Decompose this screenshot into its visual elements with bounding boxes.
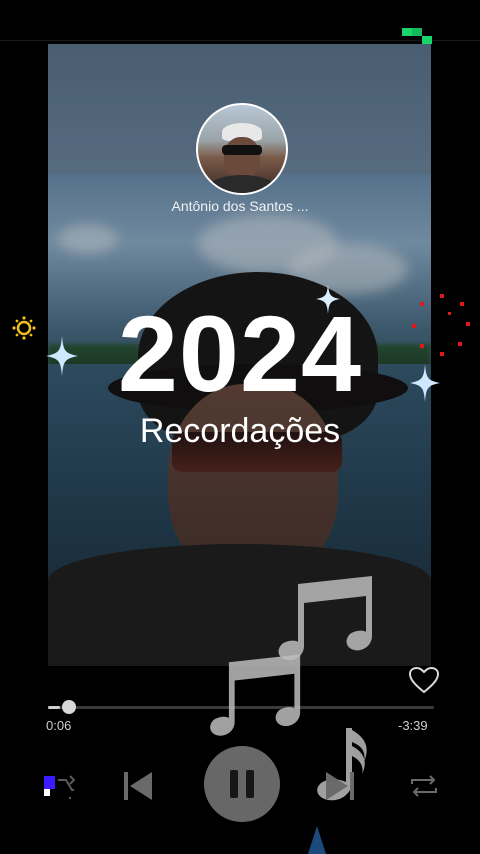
elapsed-time: 0:06 <box>46 718 72 733</box>
sparkle-icon <box>46 336 78 376</box>
fireworks-icon <box>412 294 470 356</box>
avatar-face <box>224 137 260 179</box>
artist-name[interactable]: Antônio dos Santos ... <box>140 198 340 214</box>
artwork-subtitle-text: Recordações <box>139 412 341 450</box>
sun-icon <box>12 316 36 340</box>
artwork-year-text: 2024 <box>117 293 363 414</box>
remaining-time: -3:39 <box>398 718 428 733</box>
progress-thumb[interactable] <box>61 700 76 714</box>
music-note-icon <box>278 576 372 660</box>
player-screen: Antônio dos Santos ... 2024 Recordações <box>0 0 480 854</box>
sparkle-icon <box>316 284 340 314</box>
pause-button[interactable] <box>204 746 280 822</box>
artist-avatar[interactable] <box>196 103 288 195</box>
progress-fill <box>48 706 60 709</box>
skip-next-button[interactable] <box>322 768 358 804</box>
repeat-button[interactable] <box>408 772 440 800</box>
music-note-icon <box>210 654 301 736</box>
sparkle-icon <box>308 826 326 854</box>
pause-icon <box>230 770 254 798</box>
like-heart-button[interactable] <box>408 666 440 694</box>
shuffle-button[interactable] <box>44 772 76 800</box>
avatar-sunglasses <box>222 145 262 155</box>
avatar-shirt <box>206 175 278 193</box>
sparkle-icon <box>410 364 440 402</box>
skip-previous-button[interactable] <box>120 768 156 804</box>
